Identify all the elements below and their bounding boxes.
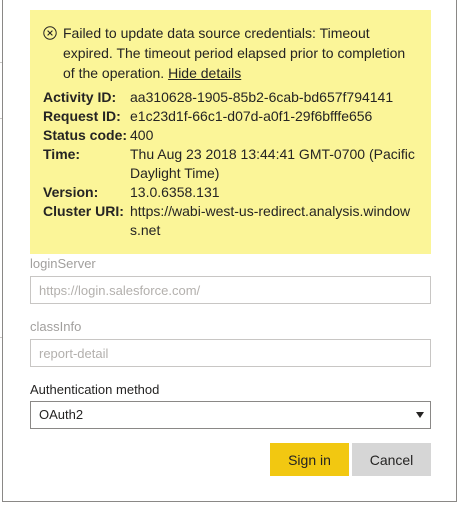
detail-label: Cluster URI: bbox=[43, 203, 124, 219]
sign-in-button[interactable]: Sign in bbox=[270, 443, 349, 476]
detail-row-time: Time: Thu Aug 23 2018 13:44:41 GMT-0700 … bbox=[43, 145, 419, 183]
class-info-label: classInfo bbox=[30, 319, 82, 334]
detail-value: https://wabi-west-us-redirect.analysis.w… bbox=[130, 203, 411, 238]
detail-row-request-id: Request ID: e1c23d1f-66c1-d07d-a0f1-29f6… bbox=[43, 107, 419, 126]
detail-value: Thu Aug 23 2018 13:44:41 GMT-0700 (Pacif… bbox=[130, 146, 415, 181]
detail-row-activity-id: Activity ID: aa310628-1905-85b2-6cab-bd6… bbox=[43, 88, 419, 107]
detail-label: Time: bbox=[43, 146, 81, 162]
detail-label: Version: bbox=[43, 184, 99, 200]
chevron-down-icon bbox=[416, 412, 424, 418]
detail-label: Status code: bbox=[43, 127, 128, 143]
detail-value: e1c23d1f-66c1-d07d-a0f1-29f6bfffe656 bbox=[130, 108, 373, 124]
login-server-label: loginServer bbox=[30, 256, 96, 271]
detail-row-status-code: Status code: 400 bbox=[43, 126, 419, 145]
cancel-button[interactable]: Cancel bbox=[352, 443, 431, 476]
auth-method-select[interactable]: OAuth2 bbox=[30, 401, 431, 429]
class-info-input[interactable] bbox=[30, 339, 431, 367]
auth-method-value: OAuth2 bbox=[39, 407, 84, 422]
error-header: Failed to update data source credentials… bbox=[43, 23, 419, 83]
detail-label: Request ID: bbox=[43, 108, 121, 124]
error-circle-x-icon bbox=[43, 26, 57, 40]
error-panel: Failed to update data source credentials… bbox=[30, 10, 431, 254]
detail-value: aa310628-1905-85b2-6cab-bd657f794141 bbox=[130, 89, 394, 105]
detail-row-cluster-uri: Cluster URI: https://wabi-west-us-redire… bbox=[43, 202, 419, 240]
detail-value: 400 bbox=[130, 127, 154, 143]
page: Failed to update data source credentials… bbox=[0, 0, 462, 509]
error-details: Activity ID: aa310628-1905-85b2-6cab-bd6… bbox=[43, 88, 419, 240]
hide-details-link[interactable]: Hide details bbox=[168, 65, 241, 81]
auth-method-label: Authentication method bbox=[30, 382, 160, 397]
detail-label: Activity ID: bbox=[43, 89, 117, 105]
detail-value: 13.0.6358.131 bbox=[130, 184, 220, 200]
login-server-input[interactable] bbox=[30, 276, 431, 304]
detail-row-version: Version: 13.0.6358.131 bbox=[43, 183, 419, 202]
